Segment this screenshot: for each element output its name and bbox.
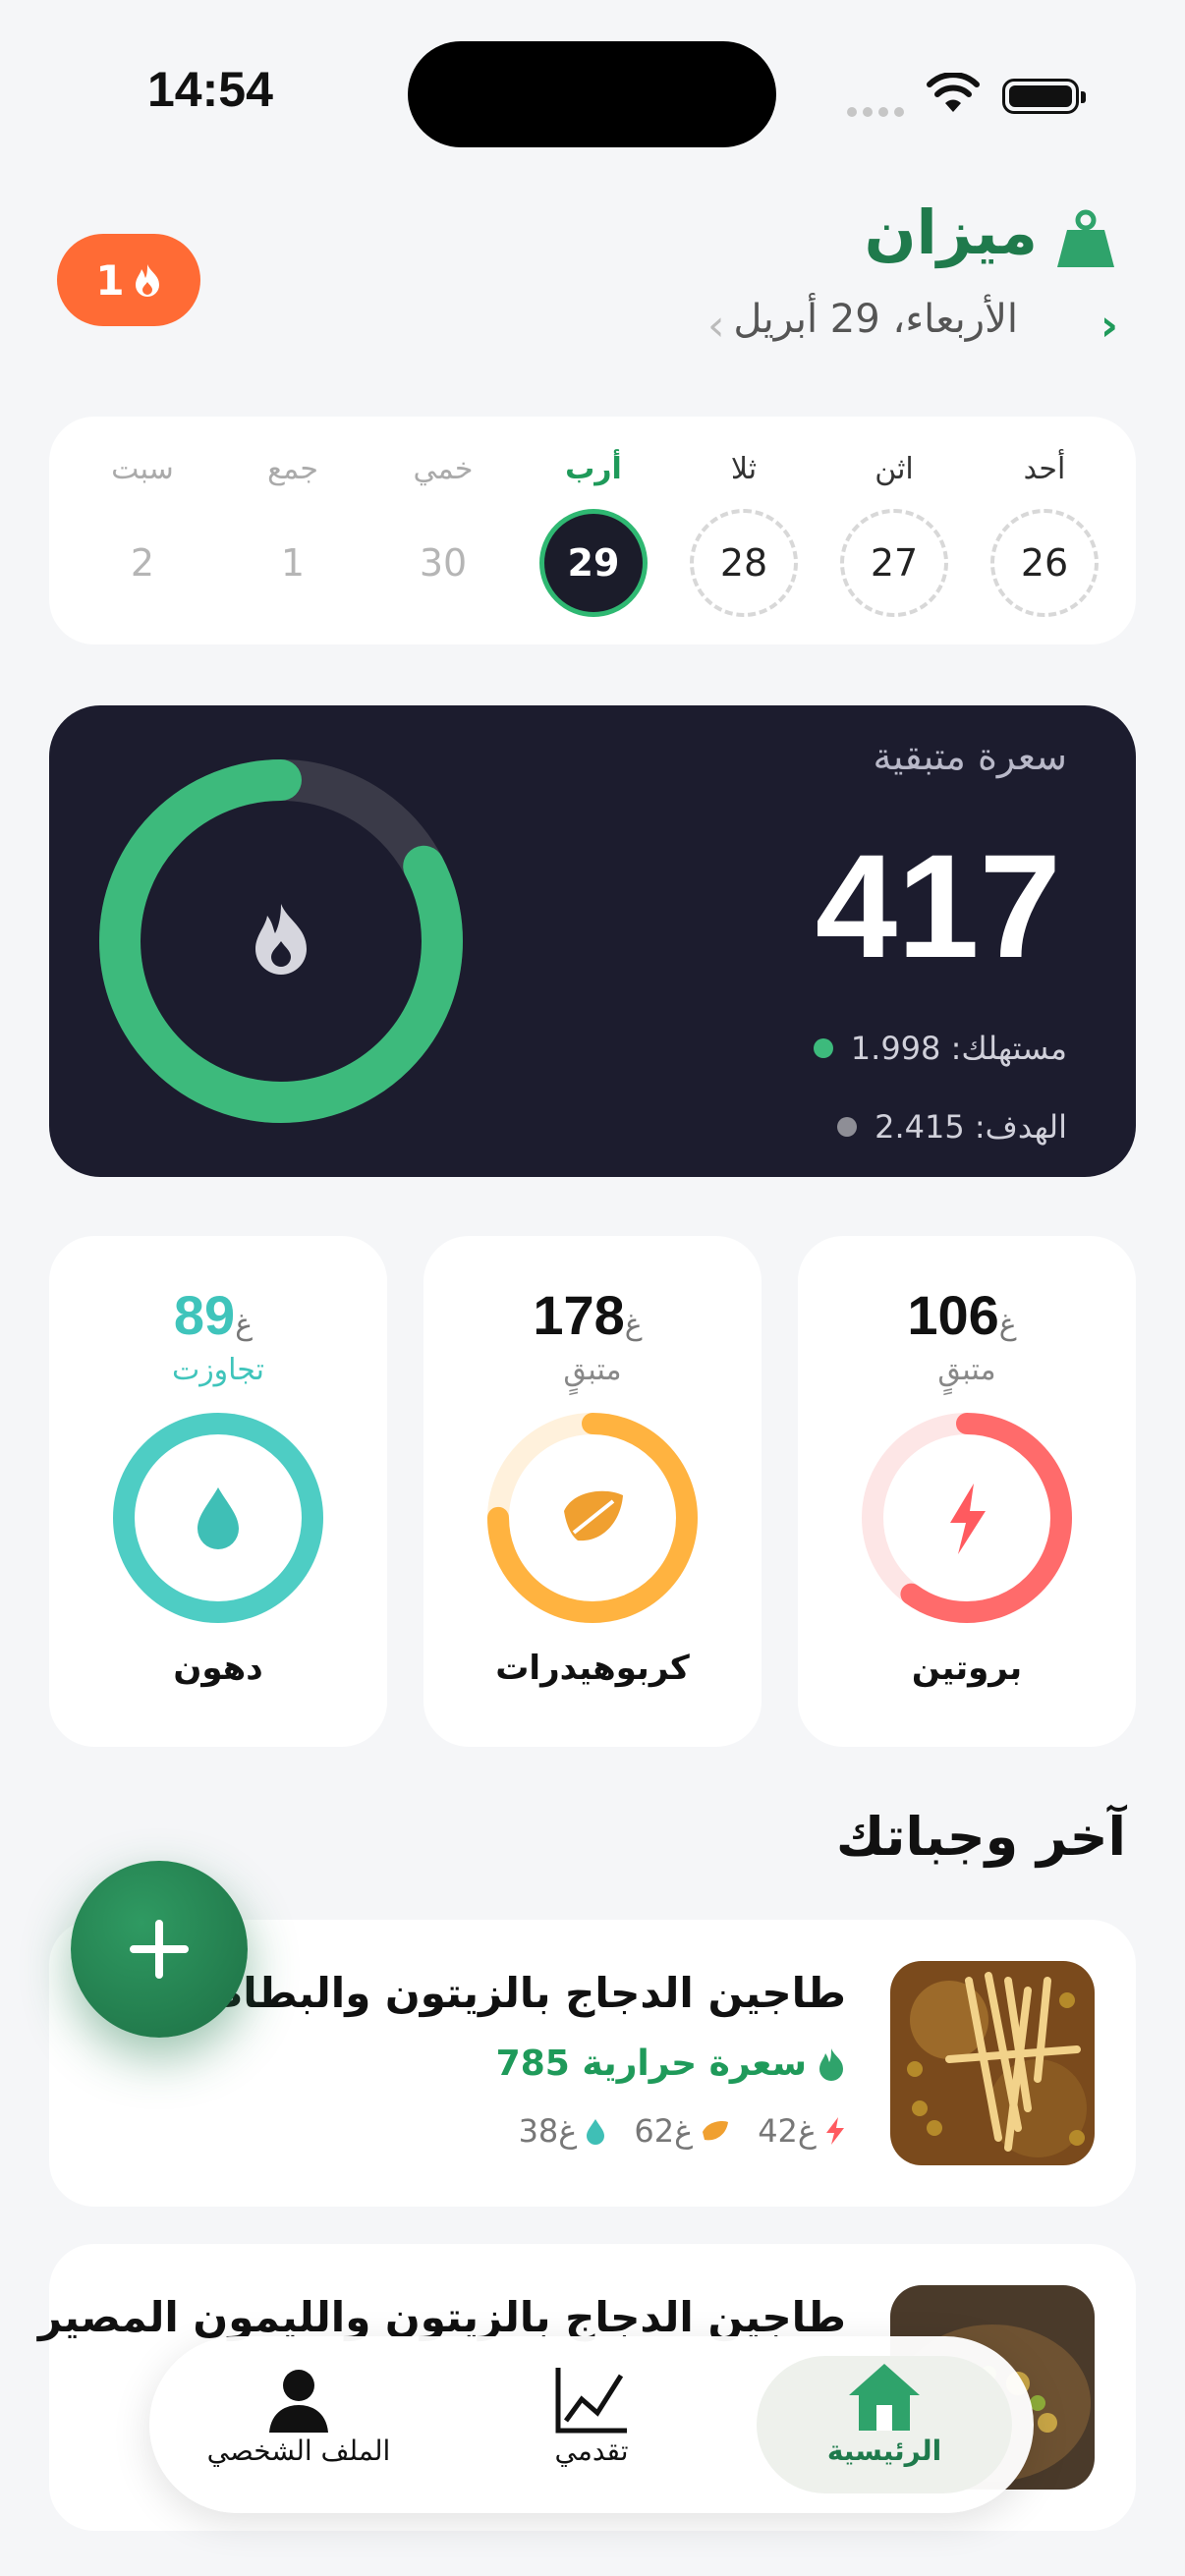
bolt-icon <box>950 1484 986 1554</box>
week-day-number: 30 <box>419 541 468 585</box>
plus-icon <box>130 1920 189 1979</box>
recent-meals-title: آخر وجباتك <box>835 1806 1126 1868</box>
calories-ring <box>99 759 463 1123</box>
protein-ring <box>862 1413 1072 1623</box>
add-meal-button[interactable] <box>71 1861 248 2038</box>
bottom-navigation: الرئيسية تقدمي الملف الشخصي <box>149 2336 1034 2513</box>
calories-remaining-label: سعرة متبقية <box>873 735 1067 778</box>
macro-status: متبقٍ <box>563 1353 622 1387</box>
meal-calories-text: 785 سعرة حرارية <box>495 2044 807 2084</box>
goal-text: الهدف: 2.415 <box>875 1108 1067 1146</box>
week-day-number: 2 <box>130 541 155 585</box>
week-day-29-selected[interactable]: أرب 29 <box>536 417 651 617</box>
week-day-label: جمع <box>267 452 318 486</box>
week-day-28[interactable]: ثلا 28 <box>686 417 802 617</box>
streak-badge[interactable]: 1 <box>57 234 200 326</box>
meal-calories: 785 سعرة حرارية <box>496 2044 846 2084</box>
status-time: 14:54 <box>147 62 273 117</box>
prev-day-chevron-icon[interactable]: ‹ <box>707 301 725 351</box>
macro-name: دهون <box>173 1649 263 1688</box>
meal-fat-value: 38غ <box>518 2112 578 2150</box>
week-day-label: أرب <box>565 452 622 486</box>
streak-count: 1 <box>95 255 125 305</box>
week-day-26[interactable]: أحد 26 <box>987 417 1102 617</box>
macro-unit: غ <box>624 1309 643 1341</box>
macro-status: متبقٍ <box>937 1353 996 1387</box>
week-day-label: اثن <box>875 452 914 486</box>
meal-protein-value: 42غ <box>758 2112 817 2150</box>
meal-name: طاجين الدجاج بالزيتون والليمون المصير <box>37 2293 846 2341</box>
nav-progress[interactable]: تقدمي <box>464 2356 719 2493</box>
carbs-ring <box>487 1413 698 1623</box>
flame-icon <box>819 2047 843 2081</box>
calories-remaining-value: 417 <box>815 823 1061 988</box>
next-day-chevron-icon[interactable]: › <box>1100 301 1118 351</box>
macro-status: تجاوزت <box>171 1353 265 1387</box>
week-day-label: ثلا <box>730 452 758 486</box>
week-day-number: 29 <box>539 509 648 617</box>
dynamic-island <box>408 41 776 147</box>
wifi-icon <box>927 73 980 112</box>
week-day-number: 1 <box>280 541 306 585</box>
chart-trend-icon <box>555 2368 627 2434</box>
week-day-2[interactable]: سبت 2 <box>85 417 200 617</box>
macro-value: 89 <box>173 1284 236 1346</box>
macro-card-carbs[interactable]: غ178 متبقٍ كربوهيدرات <box>423 1236 762 1747</box>
macro-value: 178 <box>533 1284 625 1346</box>
nav-profile[interactable]: الملف الشخصي <box>171 2356 426 2493</box>
flame-icon <box>135 264 159 297</box>
macro-name: كربوهيدرات <box>495 1649 690 1688</box>
macro-card-protein[interactable]: غ106 متبقٍ بروتين <box>798 1236 1136 1747</box>
calories-card[interactable]: سعرة متبقية 417 مستهلك: 1.998 الهدف: 2.4… <box>49 705 1136 1177</box>
home-icon <box>849 2364 920 2431</box>
fat-ring <box>113 1413 323 1623</box>
consumed-text: مستهلك: 1.998 <box>850 1030 1067 1067</box>
week-day-number: 27 <box>840 509 948 617</box>
flame-icon <box>255 904 307 975</box>
week-day-1[interactable]: جمع 1 <box>235 417 351 617</box>
macro-value: 106 <box>907 1284 999 1346</box>
week-day-label: سبت <box>111 452 174 486</box>
signal-icon <box>847 102 910 121</box>
week-day-number: 26 <box>990 509 1099 617</box>
nav-progress-label: تقدمي <box>554 2435 629 2467</box>
bolt-icon <box>826 2117 844 2145</box>
battery-icon <box>1002 79 1086 114</box>
goal-dot <box>837 1117 858 1137</box>
nav-home[interactable]: الرئيسية <box>757 2356 1012 2493</box>
leaf-icon <box>703 2121 729 2141</box>
consumed-dot <box>813 1038 833 1058</box>
nav-home-label: الرئيسية <box>826 2435 942 2467</box>
week-day-27[interactable]: اثن 27 <box>836 417 952 617</box>
meal-photo <box>890 1961 1095 2165</box>
drop-icon <box>587 2119 605 2145</box>
macro-card-fat[interactable]: غ89 تجاوزت دهون <box>49 1236 387 1747</box>
week-day-number: 28 <box>690 509 798 617</box>
app-title: ميزان <box>864 196 1038 268</box>
scale-weight-icon <box>1057 209 1114 267</box>
macro-unit: غ <box>235 1309 254 1341</box>
consumed-row: مستهلك: 1.998 <box>813 1030 1067 1067</box>
macro-unit: غ <box>998 1309 1017 1341</box>
macro-name: بروتين <box>911 1649 1023 1688</box>
user-icon <box>269 2370 328 2433</box>
week-day-30[interactable]: خمي 30 <box>385 417 501 617</box>
meal-name: طاجين الدجاج بالزيتون والبطاطس <box>145 1969 846 2017</box>
drop-icon <box>198 1487 239 1549</box>
week-strip: أحد 26 اثن 27 ثلا 28 أرب 29 خمي 30 جمع 1… <box>49 417 1136 644</box>
week-day-label: خمي <box>413 452 474 486</box>
week-day-label: أحد <box>1023 452 1066 486</box>
goal-row: الهدف: 2.415 <box>837 1108 1067 1146</box>
current-date: الأربعاء، 29 أبريل <box>733 297 1018 342</box>
meal-macros: 38غ 62غ 42غ <box>519 2112 846 2150</box>
nav-profile-label: الملف الشخصي <box>206 2435 391 2467</box>
meal-carbs-value: 62غ <box>634 2112 694 2150</box>
